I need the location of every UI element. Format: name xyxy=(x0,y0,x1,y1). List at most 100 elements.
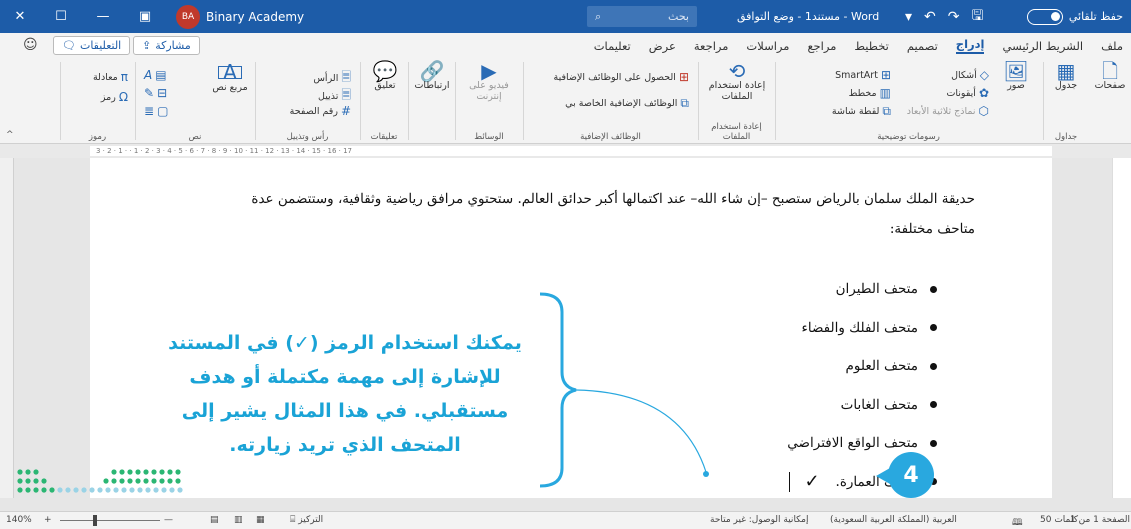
share-button[interactable]: ⇪ مشاركة xyxy=(133,36,200,55)
tab-view[interactable]: عرض xyxy=(649,39,676,53)
comments-button[interactable]: 🗨 التعليقات xyxy=(53,36,131,55)
ministry-logo xyxy=(17,469,183,493)
left-gutter xyxy=(0,158,14,498)
callout-brace xyxy=(539,292,709,488)
web-layout-icon[interactable]: ▤ xyxy=(210,515,219,525)
title-bar: ✕ ☐ — ▣ BA Binary Academy ⌕ بحث مستند1 -… xyxy=(0,0,1131,33)
ribbon-display-icon[interactable]: ▣ xyxy=(124,0,166,33)
icons-button[interactable]: ✿ أيقونات xyxy=(946,86,989,100)
zoom-slider-handle[interactable] xyxy=(93,515,97,526)
bullet-icon xyxy=(930,285,937,293)
links-group: 🔗 ارتباطات xyxy=(408,61,454,140)
list-item[interactable]: متحف العلوم xyxy=(787,347,937,386)
share-icon: ⇪ xyxy=(142,39,152,52)
text-cursor xyxy=(788,471,791,492)
feedback-icon[interactable]: ☺ xyxy=(23,37,38,53)
comment-icon: 🗨 xyxy=(62,39,76,52)
search-input[interactable]: ⌕ بحث xyxy=(587,6,697,27)
table-button[interactable]: ▦ جدول xyxy=(1048,59,1084,91)
quick-parts-button[interactable]: ▤ 𝘈 xyxy=(144,68,167,82)
body-paragraph[interactable]: حديقة الملك سلمان بالرياض ستصبح –إن شاء … xyxy=(215,184,975,244)
datetime-icon[interactable]: ≣ xyxy=(144,104,154,118)
zoom-slider[interactable] xyxy=(60,520,160,521)
get-addins-button[interactable]: ⊞ الحصول على الوظائف الإضافية xyxy=(554,70,689,84)
minimize-icon[interactable]: — xyxy=(82,0,124,33)
signature-icon[interactable]: ✎ xyxy=(144,86,154,100)
video-icon: ▶ xyxy=(481,59,497,83)
object-button[interactable]: ▢ ≣ xyxy=(144,104,168,118)
dropcap-button[interactable]: ⊟ ✎ xyxy=(144,86,167,100)
new-comment-button[interactable]: 💬 تعليق xyxy=(365,61,405,91)
illustrations-group: 🖼 صور ◇ أشكال ✿ أيقونات ⬡ نماذج ثلاثية الأبع… xyxy=(775,61,1041,142)
smartart-button[interactable]: ⊞ SmartArt xyxy=(835,68,891,82)
account[interactable]: BA Binary Academy xyxy=(176,4,304,29)
list-item[interactable]: متحف الفلك والفضاء xyxy=(787,309,937,348)
store-icon: ⊞ xyxy=(678,70,689,84)
tab-file[interactable]: ملف xyxy=(1101,39,1123,53)
quick-parts-icon: ▤ xyxy=(155,68,167,82)
search-icon: ⌕ xyxy=(595,9,602,23)
addins-icon: ⧉ xyxy=(680,96,689,110)
tab-design[interactable]: تصميم xyxy=(907,39,938,53)
tab-home[interactable]: الشريط الرئيسي xyxy=(1002,39,1083,53)
tab-references[interactable]: مراجع xyxy=(807,39,836,53)
zoom-level[interactable]: 140% xyxy=(6,515,32,525)
vertical-ruler[interactable] xyxy=(1112,158,1131,498)
page-icon: 🗋 xyxy=(1101,59,1119,83)
zoom-out-icon[interactable]: + xyxy=(44,515,52,525)
proofing-icon[interactable]: 🕮 xyxy=(1012,515,1023,529)
bullet-icon xyxy=(930,439,937,447)
screenshot-button[interactable]: ⧉ لقطة شاشة xyxy=(832,104,891,119)
online-video-button[interactable]: ▶ فيديو على إنترنت xyxy=(460,59,518,102)
status-bar: 140% + — ▤ ▥ ▦ ⌸ التركيز إمكانية الوصول:… xyxy=(0,511,1131,529)
save-icon[interactable]: 🖫 xyxy=(972,5,984,29)
print-layout-icon[interactable]: ▥ xyxy=(234,515,243,525)
chart-button[interactable]: ▥ مخطط xyxy=(849,86,891,100)
table-icon: ▦ xyxy=(1056,59,1076,83)
media-group: ▶ فيديو على إنترنت الوسائط xyxy=(455,59,522,142)
page-number-button[interactable]: # رقم الصفحة xyxy=(290,104,351,118)
text-box-button[interactable]: A مربع نص xyxy=(208,62,252,93)
icons-icon: ✿ xyxy=(978,86,989,100)
my-addins-button[interactable]: ⧉ الوظائف الإضافية الخاصة بي xyxy=(565,96,689,111)
symbol-button[interactable]: Ω رمز xyxy=(101,90,128,104)
links-button[interactable]: 🔗 ارتباطات xyxy=(411,61,453,91)
horizontal-ruler[interactable]: 3 · 2 · 1 · · 1 · 2 · 3 · 4 · 5 · 6 · 7 … xyxy=(0,144,1131,158)
list-item[interactable]: متحف الطيران xyxy=(787,270,937,309)
close-icon[interactable]: ✕ xyxy=(0,0,40,33)
autosave-toggle[interactable] xyxy=(1026,8,1063,25)
focus-button[interactable]: ⌸ التركيز xyxy=(290,515,323,525)
tab-insert[interactable]: إدراج xyxy=(955,37,985,54)
zoom-in-icon[interactable]: — xyxy=(164,515,173,525)
screenshot-icon: ⧉ xyxy=(882,104,891,118)
list-item[interactable]: متحف الغابات xyxy=(787,386,937,425)
3d-models-button[interactable]: ⬡ نماذج ثلاثية الأبعاد xyxy=(907,104,989,118)
reuse-files-button[interactable]: ⟲ إعادة استخدام الملفات xyxy=(703,61,771,102)
pages-button[interactable]: 🗋 صفحات xyxy=(1092,59,1128,91)
autosave-label: حفظ تلقائي xyxy=(1068,10,1123,23)
accessibility-status[interactable]: إمكانية الوصول: غير متاحة xyxy=(710,515,808,525)
tab-review[interactable]: مراجعة xyxy=(694,39,729,53)
redo-icon[interactable]: ↷ xyxy=(948,9,960,25)
symbols-group: π معادلة Ω رمز رموز xyxy=(60,62,134,142)
customize-qat-icon[interactable]: ▾ xyxy=(905,9,912,25)
equation-button[interactable]: π معادلة xyxy=(93,70,128,84)
undo-icon[interactable]: ↶ xyxy=(924,9,936,25)
tab-mailings[interactable]: مراسلات xyxy=(746,39,789,53)
bullet-icon xyxy=(930,401,937,409)
comments-group: 💬 تعليق تعليقات xyxy=(360,61,407,142)
language-status[interactable]: العربية (المملكة العربية السعودية) xyxy=(830,515,957,525)
ribbon: 🗋 صفحات ▦ جدول جداول 🖼 صور ◇ أشكال ✿ أيقونات … xyxy=(0,58,1131,144)
smartart-icon: ⊞ xyxy=(880,68,891,82)
tab-help[interactable]: تعليمات xyxy=(594,39,631,53)
bullet-icon xyxy=(930,324,937,332)
page-number-icon: # xyxy=(340,104,351,118)
tab-layout[interactable]: تخطيط xyxy=(854,39,888,53)
pictures-button[interactable]: 🖼 صور xyxy=(996,61,1036,91)
shapes-button[interactable]: ◇ أشكال xyxy=(951,68,989,82)
collapse-ribbon-icon[interactable]: ^ xyxy=(6,130,14,140)
page-count[interactable]: الصفحة 1 من 1 xyxy=(1070,515,1130,525)
read-mode-icon[interactable]: ▦ xyxy=(256,515,265,525)
wordart-icon[interactable]: 𝘈 xyxy=(144,68,152,82)
maximize-icon[interactable]: ☐ xyxy=(40,0,82,33)
